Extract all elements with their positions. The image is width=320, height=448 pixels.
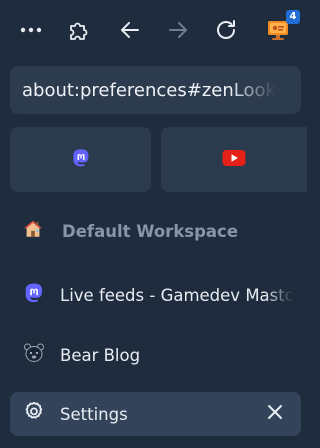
mastodon-icon [22,281,46,309]
extension-badge: 4 [286,10,300,24]
puzzle-piece-icon [67,18,91,42]
arrow-right-icon [167,19,189,41]
arrow-left-icon [119,19,141,41]
extensions-button[interactable] [63,14,95,46]
menu-button[interactable] [15,14,47,46]
forward-button[interactable] [162,14,194,46]
tab-settings[interactable]: Settings [10,392,301,436]
reload-icon [214,18,238,42]
close-icon [267,404,283,424]
back-button[interactable] [114,14,146,46]
tab-live-feeds[interactable]: Live feeds - Gamedev Mastodon [10,273,301,317]
tab-bear-blog[interactable]: Bear Blog [10,333,301,377]
workspace-header[interactable]: Default Workspace [22,216,238,246]
url-input[interactable]: about:preferences#zenLook [22,80,276,101]
gear-icon [22,400,46,428]
tab-label: Live feeds - Gamedev Mastodon [60,285,293,305]
youtube-icon [222,149,246,171]
extension-button[interactable]: 4 [262,10,300,46]
house-icon [22,218,44,244]
url-bar[interactable]: about:preferences#zenLook [10,66,301,114]
pinned-tab-youtube[interactable] [161,127,307,192]
reload-button[interactable] [210,14,242,46]
sidebar: 4 about:preferences#zenLook Default Work… [0,0,307,448]
bear-icon [22,341,46,369]
toolbar: 4 [0,0,307,60]
tab-label: Settings [60,404,128,424]
close-tab-button[interactable] [265,404,285,424]
pinned-tab-mastodon[interactable] [10,127,151,192]
workspace-label: Default Workspace [62,221,239,241]
tab-label: Bear Blog [60,345,141,365]
mastodon-icon [70,147,92,173]
more-horizontal-icon [20,27,42,33]
